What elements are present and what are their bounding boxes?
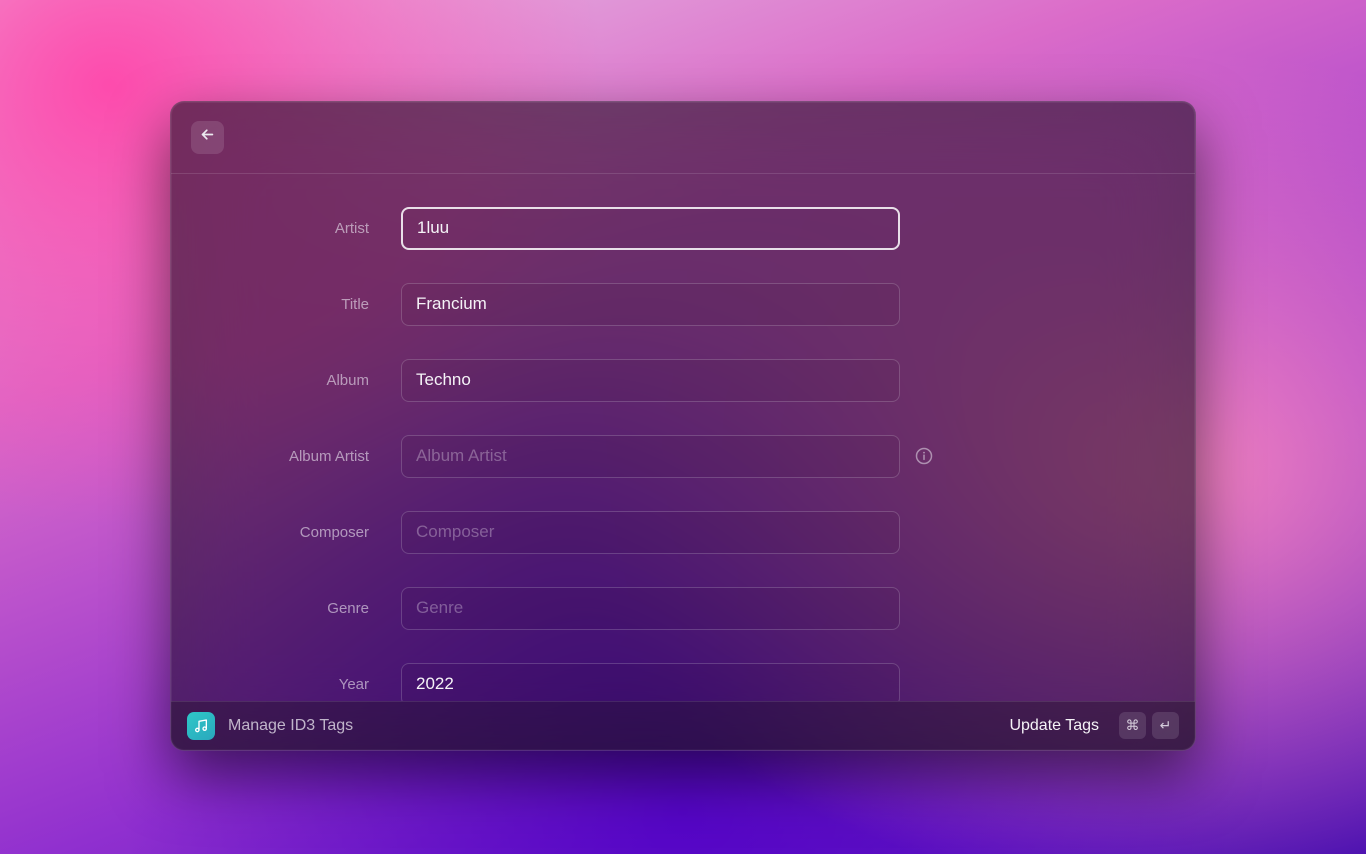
field-row-album: Album	[171, 359, 1195, 402]
field-label: Artist	[195, 220, 401, 237]
field-label: Album Artist	[195, 448, 401, 465]
arrow-left-icon	[199, 126, 216, 148]
year-input[interactable]	[401, 663, 900, 701]
tag-editor-window: Artist Title Album Album Artist	[170, 101, 1196, 751]
window-header	[171, 102, 1195, 174]
field-row-title: Title	[171, 283, 1195, 326]
update-tags-button[interactable]: Update Tags	[1009, 717, 1099, 735]
back-button[interactable]	[191, 121, 224, 154]
field-label: Album	[195, 372, 401, 389]
composer-input[interactable]	[401, 511, 900, 554]
album-input[interactable]	[401, 359, 900, 402]
field-label: Composer	[195, 524, 401, 541]
field-label: Genre	[195, 600, 401, 617]
field-row-composer: Composer	[171, 511, 1195, 554]
field-label: Year	[195, 676, 401, 693]
shortcut-enter-key: ↵	[1152, 712, 1179, 739]
shortcut-modifier-key: ⌘	[1119, 712, 1146, 739]
footer-title: Manage ID3 Tags	[228, 717, 353, 735]
genre-input[interactable]	[401, 587, 900, 630]
field-label: Title	[195, 296, 401, 313]
music-app-icon	[187, 712, 215, 740]
field-row-year: Year	[171, 663, 1195, 701]
album-artist-input[interactable]	[401, 435, 900, 478]
info-icon[interactable]	[914, 446, 934, 466]
artist-input[interactable]	[401, 207, 900, 250]
field-row-genre: Genre	[171, 587, 1195, 630]
field-row-album-artist: Album Artist	[171, 435, 1195, 478]
title-input[interactable]	[401, 283, 900, 326]
window-footer: Manage ID3 Tags Update Tags ⌘ ↵	[171, 701, 1195, 750]
field-row-artist: Artist	[171, 207, 1195, 250]
form-area: Artist Title Album Album Artist	[171, 174, 1195, 701]
